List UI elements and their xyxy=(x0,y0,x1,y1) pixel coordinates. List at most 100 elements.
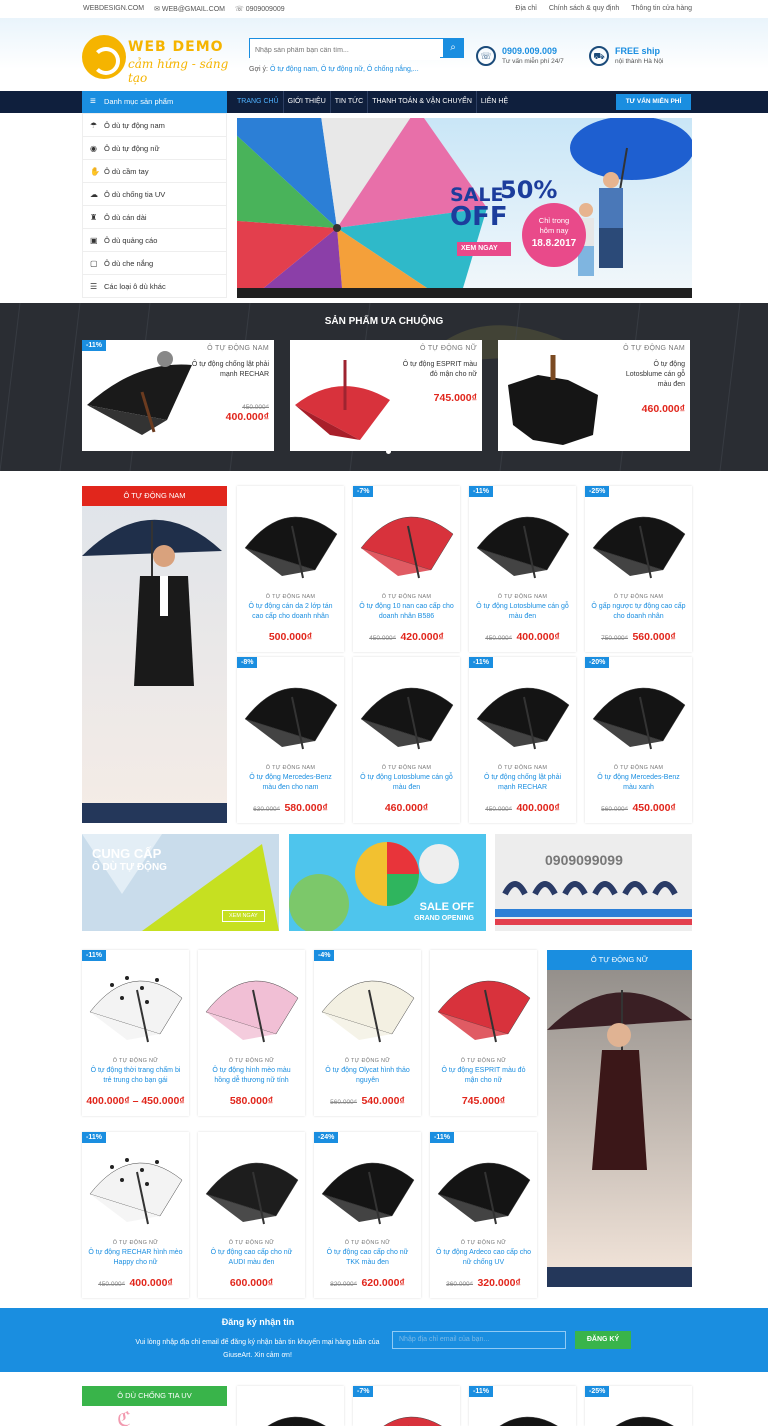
product-name[interactable]: Ô tự động hình mèo màu hồng dễ thương nữ… xyxy=(204,1066,299,1085)
favorite-card[interactable]: -11% Ô TỰ ĐỘNG NAM Ô tự động chống lật p… xyxy=(82,340,274,451)
promo-cta[interactable]: XEM NGAY xyxy=(222,910,265,922)
product-image[interactable] xyxy=(469,657,576,761)
product-name[interactable]: Ô tự động 10 nan cao cấp cho doanh nhân … xyxy=(359,602,454,621)
product-card[interactable]: Ô TỰ ĐỘNG NAM Ô tự động cán da 2 lớp tán … xyxy=(237,486,344,652)
product-card[interactable]: -24% Ô TỰ ĐỘNG NỮ Ô tự động cao cấp cho nữ… xyxy=(314,1132,421,1298)
product-card[interactable]: -11% Ô TỰ ĐỘNG NỮ Ô tự động RECHAR hình mè… xyxy=(82,1132,189,1298)
product-image[interactable] xyxy=(469,486,576,590)
carousel-dot[interactable] xyxy=(386,449,391,454)
sidebar-item-ads[interactable]: ▣ Ô dù quảng cáo xyxy=(83,229,226,252)
product-name[interactable]: Ô tự động Ardeco cao cấp cho nữ chống UV xyxy=(436,1248,531,1267)
product-image[interactable] xyxy=(314,1132,421,1236)
product-name[interactable]: Ô tự động Lotosblume cán gỗ màu đen xyxy=(359,773,454,792)
product-card[interactable]: -11% Ô TỰ ĐỘNG NỮ Ô tự động Ardeco cao cấp… xyxy=(430,1132,537,1298)
menu-news[interactable]: TIN TỨC xyxy=(331,91,369,113)
newsletter-email-input[interactable]: Nhập địa chỉ email của bạn... xyxy=(392,1331,566,1349)
hotline-number[interactable]: 0909.009.009 xyxy=(502,46,564,56)
product-name[interactable]: Ô gấp ngược tự động cao cấp cho doanh nh… xyxy=(591,602,686,621)
product-image[interactable] xyxy=(353,486,460,590)
product-name[interactable]: Ô tự động Mercedes-Benz màu xanh xyxy=(591,773,686,792)
logo[interactable]: WEB DEMO cảm hứng - sáng tạo xyxy=(82,35,232,85)
sidebar-item-men[interactable]: ☂ Ô dù tự động nam xyxy=(83,114,226,137)
product-name[interactable]: Ô tự động thời trang chấm bi trẻ trung c… xyxy=(88,1066,183,1085)
product-image[interactable] xyxy=(82,950,189,1054)
sidebar-item-handheld[interactable]: ✋ Ô dù cầm tay xyxy=(83,160,226,183)
store-info-link[interactable]: Thông tin cửa hàng xyxy=(631,5,692,12)
product-card[interactable]: -11% Ô TỰ ĐỘNG NAM Ô tự động Lotosblume cá… xyxy=(469,486,576,652)
promo-banner-phone[interactable]: 0909099099 xyxy=(495,834,692,931)
men-section-title[interactable]: Ô TỰ ĐỘNG NAM xyxy=(82,486,227,506)
product-card[interactable]: -11% Ô TỰ ĐỘNG NỮ Ô tự động thời trang chấ… xyxy=(82,950,189,1116)
product-image[interactable] xyxy=(430,950,537,1054)
product-card[interactable] xyxy=(237,1386,344,1426)
product-name[interactable]: Ô tự động Lotosblume cán gỗ màu đen xyxy=(625,360,685,390)
product-card[interactable]: Ô TỰ ĐỘNG NỮ Ô tự động cao cấp cho nữ AUD… xyxy=(198,1132,305,1298)
sidebar-item-uv[interactable]: ☁ Ô dù chống tia UV xyxy=(83,183,226,206)
favorite-card[interactable]: Ô TỰ ĐỘNG NAM Ô tự động Lotosblume cán g… xyxy=(498,340,690,451)
product-card[interactable]: -20% Ô TỰ ĐỘNG NAM Ô tự động Mercedes-Benz… xyxy=(585,657,692,823)
product-image[interactable] xyxy=(198,950,305,1054)
menu-about[interactable]: GIỚI THIỆU xyxy=(284,91,331,113)
product-card[interactable]: Ô TỰ ĐỘNG NỮ Ô tự động ESPRIT màu đỏ mận … xyxy=(430,950,537,1116)
product-card[interactable]: -25% Ô TỰ ĐỘNG NAM Ô gấp ngược tự động cao… xyxy=(585,486,692,652)
product-card[interactable]: Ô TỰ ĐỘNG NỮ Ô tự động hình mèo màu hồng … xyxy=(198,950,305,1116)
product-image[interactable] xyxy=(198,1132,305,1236)
product-card[interactable]: -8% Ô TỰ ĐỘNG NAM Ô tự động Mercedes-Benz … xyxy=(237,657,344,823)
product-image[interactable] xyxy=(82,1132,189,1236)
product-name[interactable]: Ô tự động chống lật phải mạnh RECHAR xyxy=(189,360,269,380)
product-name[interactable]: Ô tự động Olycat hình thảo nguyên xyxy=(320,1066,415,1085)
product-image[interactable] xyxy=(314,950,421,1054)
uv-section-title[interactable]: Ô DÙ CHỐNG TIA UV xyxy=(82,1386,227,1406)
product-image[interactable] xyxy=(237,657,344,761)
sidebar-item-long[interactable]: ♜ Ô dù cán dài xyxy=(83,206,226,229)
product-image[interactable] xyxy=(237,1386,344,1426)
product-image[interactable] xyxy=(585,486,692,590)
email-link[interactable]: ✉ WEB@GMAIL.COM xyxy=(154,5,225,13)
product-image[interactable] xyxy=(430,1132,537,1236)
product-card[interactable]: -11% Ô TỰ ĐỘNG NAM Ô tự động chống lật phả… xyxy=(469,657,576,823)
sidebar-item-other[interactable]: ☰ Các loại ô dù khác xyxy=(83,275,226,298)
menu-contact[interactable]: LIÊN HỆ xyxy=(477,91,512,113)
address-link[interactable]: Địa chỉ xyxy=(515,5,536,12)
phone-link[interactable]: ☏ 0909009009 xyxy=(235,5,285,13)
menu-home[interactable]: TRANG CHỦ xyxy=(233,91,284,113)
policy-link[interactable]: Chính sách & quy định xyxy=(549,5,619,12)
product-card[interactable]: Ô TỰ ĐỘNG NAM Ô tự động Lotosblume cán gỗ… xyxy=(353,657,460,823)
menu-payment[interactable]: THANH TOÁN & VẬN CHUYỂN xyxy=(368,91,477,113)
uv-category-block[interactable]: Ô DÙ CHỐNG TIA UV ℭ xyxy=(82,1386,227,1426)
product-image[interactable] xyxy=(585,657,692,761)
women-section-title[interactable]: Ô TỰ ĐỘNG NỮ xyxy=(547,950,692,970)
consult-button[interactable]: TƯ VẤN MIỄN PHÍ xyxy=(616,94,691,110)
product-name[interactable]: Ô tự động cán da 2 lớp tán cao cấp cho d… xyxy=(243,602,338,621)
search-input[interactable] xyxy=(250,41,440,60)
product-image[interactable] xyxy=(353,657,460,761)
product-name[interactable]: Ô tự động ESPRIT màu đỏ mận cho nữ xyxy=(397,360,477,380)
product-name[interactable]: Ô tự động Lotosblume cán gỗ màu đen xyxy=(475,602,570,621)
favorite-card[interactable]: Ô TỰ ĐỘNG NỮ Ô tự động ESPRIT màu đỏ mận… xyxy=(290,340,482,451)
product-card[interactable]: -11% xyxy=(469,1386,576,1426)
product-name[interactable]: Ô tự động Mercedes-Benz màu đen cho nam xyxy=(243,773,338,792)
men-category-block[interactable]: Ô TỰ ĐỘNG NAM xyxy=(82,486,227,823)
product-card[interactable]: -7% xyxy=(353,1386,460,1426)
sidebar-item-sun[interactable]: ▢ Ô dù che nắng xyxy=(83,252,226,275)
hero-banner[interactable]: SALE 50% OFF Chỉ trong hôm nay 18.8.2017… xyxy=(237,118,692,298)
category-menu-toggle[interactable]: Danh mục sản phẩm xyxy=(82,91,227,113)
promo-banner-sale[interactable]: SALE OFF GRAND OPENING xyxy=(289,834,486,931)
product-name[interactable]: Ô tự động ESPRIT màu đỏ mận cho nữ xyxy=(436,1066,531,1085)
product-card[interactable]: -25% xyxy=(585,1386,692,1426)
search-button[interactable]: ⌕ xyxy=(443,39,463,57)
site-link[interactable]: WEBDESIGN.COM xyxy=(83,5,144,13)
product-name[interactable]: Ô tự động RECHAR hình mèo Happy cho nữ xyxy=(88,1248,183,1267)
product-name[interactable]: Ô tự động chống lật phải mạnh RECHAR xyxy=(475,773,570,792)
product-name[interactable]: Ô tự động cao cấp cho nữ AUDI màu đen xyxy=(204,1248,299,1267)
product-image[interactable] xyxy=(237,486,344,590)
product-card[interactable]: -7% Ô TỰ ĐỘNG NAM Ô tự động 10 nan cao cấp… xyxy=(353,486,460,652)
suggestion-links[interactable]: Ô tự động nam, Ô tự động nữ, Ô chống nắn… xyxy=(270,66,419,73)
promo-banner-umbrella[interactable]: CUNG CẤP Ô DÙ TỰ ĐỘNG XEM NGAY xyxy=(82,834,279,931)
women-category-block[interactable]: Ô TỰ ĐỘNG NỮ xyxy=(547,950,692,1287)
product-name[interactable]: Ô tự động cao cấp cho nữ TKK màu đen xyxy=(320,1248,415,1267)
sidebar-item-women[interactable]: ◉ Ô dù tự động nữ xyxy=(83,137,226,160)
product-card[interactable]: -4% Ô TỰ ĐỘNG NỮ Ô tự động Olycat hình thả… xyxy=(314,950,421,1116)
banner-cta[interactable]: XEM NGAY xyxy=(457,242,511,256)
newsletter-submit-button[interactable]: ĐĂNG KÝ xyxy=(575,1331,631,1349)
